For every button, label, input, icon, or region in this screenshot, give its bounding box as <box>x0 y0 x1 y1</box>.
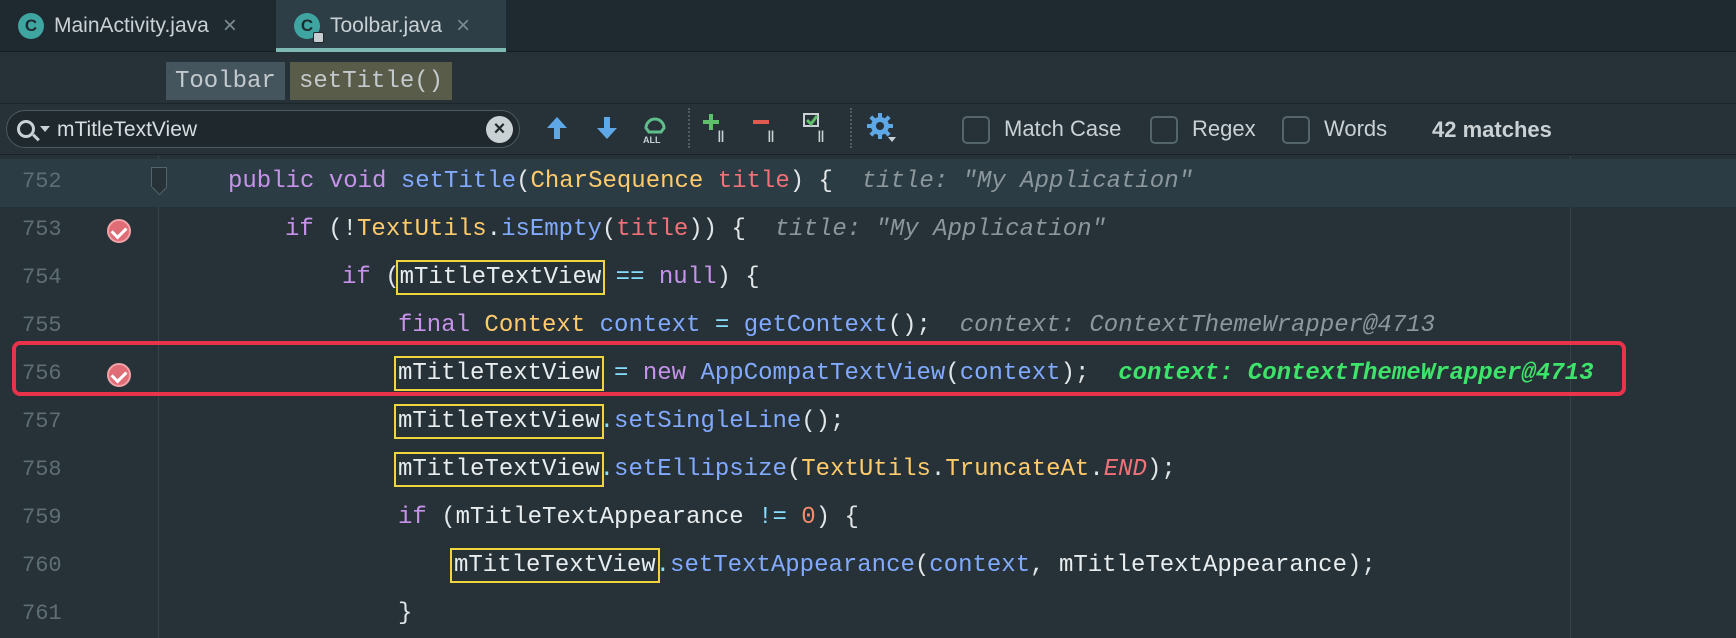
java-class-icon: C <box>294 13 324 43</box>
code-line[interactable]: 754 if (mTitleTextView == null) { <box>0 255 1736 303</box>
search-match: mTitleTextView <box>394 452 604 487</box>
tab-label: Toolbar.java <box>330 14 443 37</box>
add-selection-button[interactable]: Ⅱ <box>700 108 740 148</box>
select-all-occurrences-icon: Ⅱ <box>803 113 825 144</box>
class-letter: C <box>300 16 314 35</box>
toolbar-separator <box>850 108 852 148</box>
search-query[interactable]: mTitleTextView <box>57 118 197 142</box>
match-case-checkbox[interactable] <box>962 116 990 144</box>
code-text: public void setTitle(CharSequence title)… <box>228 168 1194 195</box>
svg-text:Ⅱ: Ⅱ <box>717 129 725 144</box>
line-number[interactable]: 757 <box>22 409 62 434</box>
inline-debug-value: context: ContextThemeWrapper@4713 <box>959 312 1436 339</box>
code-line[interactable]: 757 mTitleTextView.setSingleLine(); <box>0 399 1736 447</box>
code-line[interactable]: 761 } <box>0 591 1736 638</box>
java-class-icon: C <box>18 13 44 39</box>
svg-text:ALL: ALL <box>643 135 661 144</box>
line-number[interactable]: 760 <box>22 553 62 578</box>
code-text: mTitleTextView.setSingleLine(); <box>394 404 845 439</box>
svg-text:Ⅱ: Ⅱ <box>767 129 775 144</box>
match-count: 42 matches <box>1432 117 1552 142</box>
regex-label[interactable]: Regex <box>1192 116 1256 142</box>
arrow-down-icon <box>597 117 617 139</box>
close-icon[interactable]: × <box>456 14 470 38</box>
search-icon[interactable] <box>17 120 35 138</box>
next-match-button[interactable] <box>590 108 624 148</box>
code-text: mTitleTextView.setTextAppearance(context… <box>450 548 1376 583</box>
lock-icon <box>313 32 324 43</box>
close-icon[interactable]: × <box>223 14 237 38</box>
previous-match-button[interactable] <box>540 108 574 148</box>
line-number[interactable]: 753 <box>22 217 62 242</box>
gear-icon <box>867 113 896 142</box>
breadcrumb-method[interactable]: setTitle() <box>290 62 453 100</box>
history-dropdown-icon[interactable] <box>40 126 50 132</box>
code-line[interactable]: 760 mTitleTextView.setTextAppearance(con… <box>0 543 1736 591</box>
breadcrumb-class[interactable]: Toolbar <box>166 62 285 100</box>
search-match: mTitleTextView <box>395 260 606 295</box>
tab-mainactivity[interactable]: C MainActivity.java × <box>0 0 274 52</box>
words-label[interactable]: Words <box>1324 116 1387 142</box>
code-text: if (mTitleTextView == null) { <box>342 260 760 295</box>
match-case-label[interactable]: Match Case <box>1004 116 1121 142</box>
code-line[interactable]: 759 if (mTitleTextAppearance != 0) { <box>0 495 1736 543</box>
code-text: final Context context = getContext(); co… <box>398 312 1436 339</box>
words-checkbox[interactable] <box>1282 116 1310 144</box>
search-match: mTitleTextView <box>450 548 660 583</box>
code-text: if (mTitleTextAppearance != 0) { <box>398 504 859 531</box>
remove-occurrence-icon: Ⅱ <box>753 120 775 144</box>
search-input[interactable]: mTitleTextView × <box>6 110 520 148</box>
code-line[interactable]: 753 if (!TextUtils.isEmpty(title)) { tit… <box>0 207 1736 255</box>
tab-label: MainActivity.java <box>54 14 209 37</box>
search-settings-button[interactable] <box>862 108 902 148</box>
fold-marker-icon[interactable] <box>151 167 167 187</box>
line-number[interactable]: 759 <box>22 505 62 530</box>
line-number[interactable]: 752 <box>22 169 62 194</box>
editor-tab-bar: C MainActivity.java × C Toolbar.java × <box>0 0 1736 52</box>
code-line[interactable]: 758 mTitleTextView.setEllipsize(TextUtil… <box>0 447 1736 495</box>
line-number[interactable]: 755 <box>22 313 62 338</box>
highlight-annotation-box <box>12 341 1626 396</box>
add-occurrence-icon: Ⅱ <box>703 114 725 144</box>
line-number[interactable]: 761 <box>22 601 62 626</box>
find-all-button[interactable]: ALL <box>638 108 674 148</box>
find-all-icon: ALL <box>643 117 666 144</box>
toolbar-separator <box>688 108 690 148</box>
line-number[interactable]: 754 <box>22 265 62 290</box>
code-line[interactable]: 752 public void setTitle(CharSequence ti… <box>0 159 1736 207</box>
inline-debug-value: title: "My Application" <box>861 168 1194 195</box>
clear-search-icon[interactable]: × <box>486 116 513 143</box>
inline-debug-value: title: "My Application" <box>774 216 1106 243</box>
code-text: } <box>398 600 413 627</box>
code-text: mTitleTextView.setEllipsize(TextUtils.Tr… <box>394 452 1176 487</box>
line-number[interactable]: 758 <box>22 457 62 482</box>
svg-text:Ⅱ: Ⅱ <box>817 129 825 144</box>
select-all-occurrences-button[interactable]: Ⅱ <box>800 108 840 148</box>
code-text: if (!TextUtils.isEmpty(title)) { title: … <box>285 216 1106 243</box>
arrow-up-icon <box>547 117 567 139</box>
regex-checkbox[interactable] <box>1150 116 1178 144</box>
breadcrumb: Toolbar setTitle() <box>0 53 1736 104</box>
breakpoint-icon[interactable] <box>107 219 131 243</box>
search-match: mTitleTextView <box>394 404 604 439</box>
remove-selection-button[interactable]: Ⅱ <box>750 108 790 148</box>
tab-toolbar[interactable]: C Toolbar.java × <box>276 0 506 52</box>
